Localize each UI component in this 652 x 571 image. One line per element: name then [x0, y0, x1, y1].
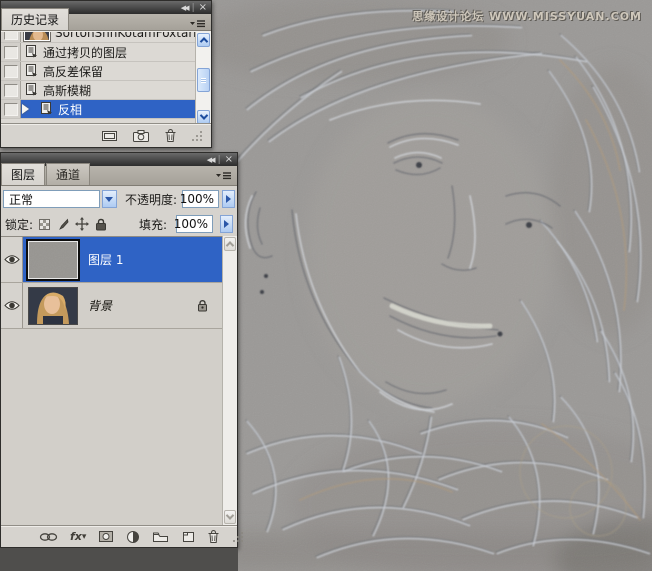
layer-thumbnail[interactable] [28, 286, 78, 325]
new-document-from-state-icon[interactable] [101, 129, 118, 143]
snapshot-name: SortonShnKotamFoxtarm [55, 31, 205, 40]
layer-row-background[interactable]: 背景 [1, 283, 222, 329]
fill-value-field[interactable]: 100% [174, 215, 213, 233]
visibility-toggle[interactable] [1, 237, 23, 282]
adjustment-layer-icon[interactable] [126, 530, 140, 544]
eye-icon [3, 255, 20, 264]
history-state-row[interactable]: 通过拷贝的图层 [1, 43, 195, 62]
history-state-label: 反相 [58, 102, 83, 117]
history-state-row-selected[interactable]: 反相 [1, 100, 195, 119]
blend-mode-dropdown-icon[interactable] [101, 190, 117, 208]
add-layer-mask-icon[interactable] [98, 530, 114, 543]
history-state-icon [24, 44, 38, 61]
titlebar-separator: | [191, 2, 195, 13]
lock-label: 锁定: [5, 217, 34, 232]
history-brush-source-cell[interactable] [1, 62, 21, 80]
scrollbar-thumb[interactable] [197, 68, 210, 92]
eye-icon [3, 301, 20, 310]
new-group-folder-icon[interactable] [152, 531, 169, 543]
history-state-label: 高斯模糊 [43, 83, 92, 98]
link-layers-icon[interactable] [39, 532, 58, 542]
history-brush-source-cell[interactable] [1, 100, 21, 118]
scroll-down-button[interactable] [197, 110, 210, 124]
history-snapshot-row[interactable]: SortonShnKotamFoxtarm [1, 32, 205, 43]
tab-channels[interactable]: 通道 [46, 163, 91, 185]
lock-paint-brush-icon[interactable] [56, 218, 69, 231]
layer-style-fx-icon[interactable]: fx ▾ [70, 530, 86, 543]
layer-name[interactable]: 图层 1 [88, 251, 123, 268]
snapshot-thumbnail [23, 32, 51, 42]
opacity-slider-arrow-icon[interactable] [222, 190, 235, 208]
layer-row-layer1[interactable]: 图层 1 [1, 237, 222, 283]
scroll-down-button[interactable] [224, 510, 236, 524]
history-state-label: 通过拷贝的图层 [43, 45, 128, 60]
collapse-panel-icon[interactable]: ◀◀ [181, 4, 190, 12]
history-tabstrip: 历史记录 [1, 8, 211, 31]
layers-panel: ◀◀ | × 图层 通道 正常 不透明度: 100% 锁定: 填充: 100% [0, 152, 244, 548]
lock-row: 锁定: 填充: 100% [1, 212, 237, 236]
watermark-text: 思缘设计论坛 WWW.MISSYUAN.COM [412, 10, 642, 23]
fill-label: 填充: [138, 217, 167, 232]
blend-mode-select[interactable]: 正常 [3, 190, 100, 208]
layer-thumbnail[interactable] [26, 238, 80, 281]
fill-slider-arrow-icon[interactable] [220, 215, 233, 233]
panel-resize-grip[interactable] [191, 130, 203, 142]
layers-tabstrip: 图层 通道 [1, 163, 237, 186]
opacity-value-field[interactable]: 100% [180, 190, 219, 208]
close-panel-icon[interactable]: × [225, 154, 233, 164]
collapse-panel-icon[interactable]: ◀◀ [207, 156, 216, 164]
history-state-icon [24, 63, 38, 80]
blend-mode-row: 正常 不透明度: 100% [1, 186, 237, 212]
background-lock-icon [197, 299, 208, 312]
history-brush-source-cell[interactable] [1, 32, 21, 42]
lock-all-icon[interactable] [95, 218, 107, 231]
history-scrollbar[interactable] [195, 32, 211, 125]
visibility-toggle[interactable] [1, 283, 23, 328]
history-state-label: 高反差保留 [43, 64, 104, 79]
history-bottombar [1, 123, 211, 147]
layer-name[interactable]: 背景 [88, 297, 112, 314]
new-snapshot-camera-icon[interactable] [132, 129, 150, 143]
panel-menu-icon[interactable] [189, 18, 207, 29]
history-slider-pointer-icon[interactable] [22, 104, 34, 114]
history-brush-source-cell[interactable] [1, 43, 21, 61]
history-state-row[interactable]: 高斯模糊 [1, 81, 195, 100]
history-state-row[interactable]: 高反差保留 [1, 62, 195, 81]
tab-layers[interactable]: 图层 [1, 163, 46, 185]
workspace-background [0, 548, 238, 571]
delete-layer-trash-icon[interactable] [207, 529, 220, 544]
layers-list: 图层 1 背景 [1, 236, 237, 525]
opacity-label: 不透明度: [124, 192, 177, 207]
history-brush-source-cell[interactable] [1, 81, 21, 99]
panel-menu-icon[interactable] [215, 170, 233, 181]
delete-state-trash-icon[interactable] [164, 128, 177, 143]
tab-history[interactable]: 历史记录 [1, 8, 70, 30]
history-panel: ◀◀ | × 历史记录 SortonShnKotamFoxtarm 通过拷贝的图… [0, 0, 212, 148]
scroll-up-button[interactable] [224, 237, 236, 251]
history-state-icon [24, 82, 38, 99]
panel-resize-grip[interactable] [232, 531, 244, 543]
new-layer-icon[interactable] [181, 530, 195, 543]
lock-position-move-icon[interactable] [75, 217, 90, 231]
close-panel-icon[interactable]: × [199, 2, 207, 12]
layers-bottombar: fx ▾ [1, 525, 244, 547]
lock-transparency-icon[interactable] [39, 218, 51, 230]
layers-scrollbar[interactable] [222, 236, 237, 525]
scroll-up-button[interactable] [197, 33, 210, 47]
titlebar-separator: | [217, 154, 221, 165]
history-state-icon [39, 101, 53, 118]
history-state-list: SortonShnKotamFoxtarm 通过拷贝的图层 高反差保留 高斯模糊… [1, 31, 211, 125]
